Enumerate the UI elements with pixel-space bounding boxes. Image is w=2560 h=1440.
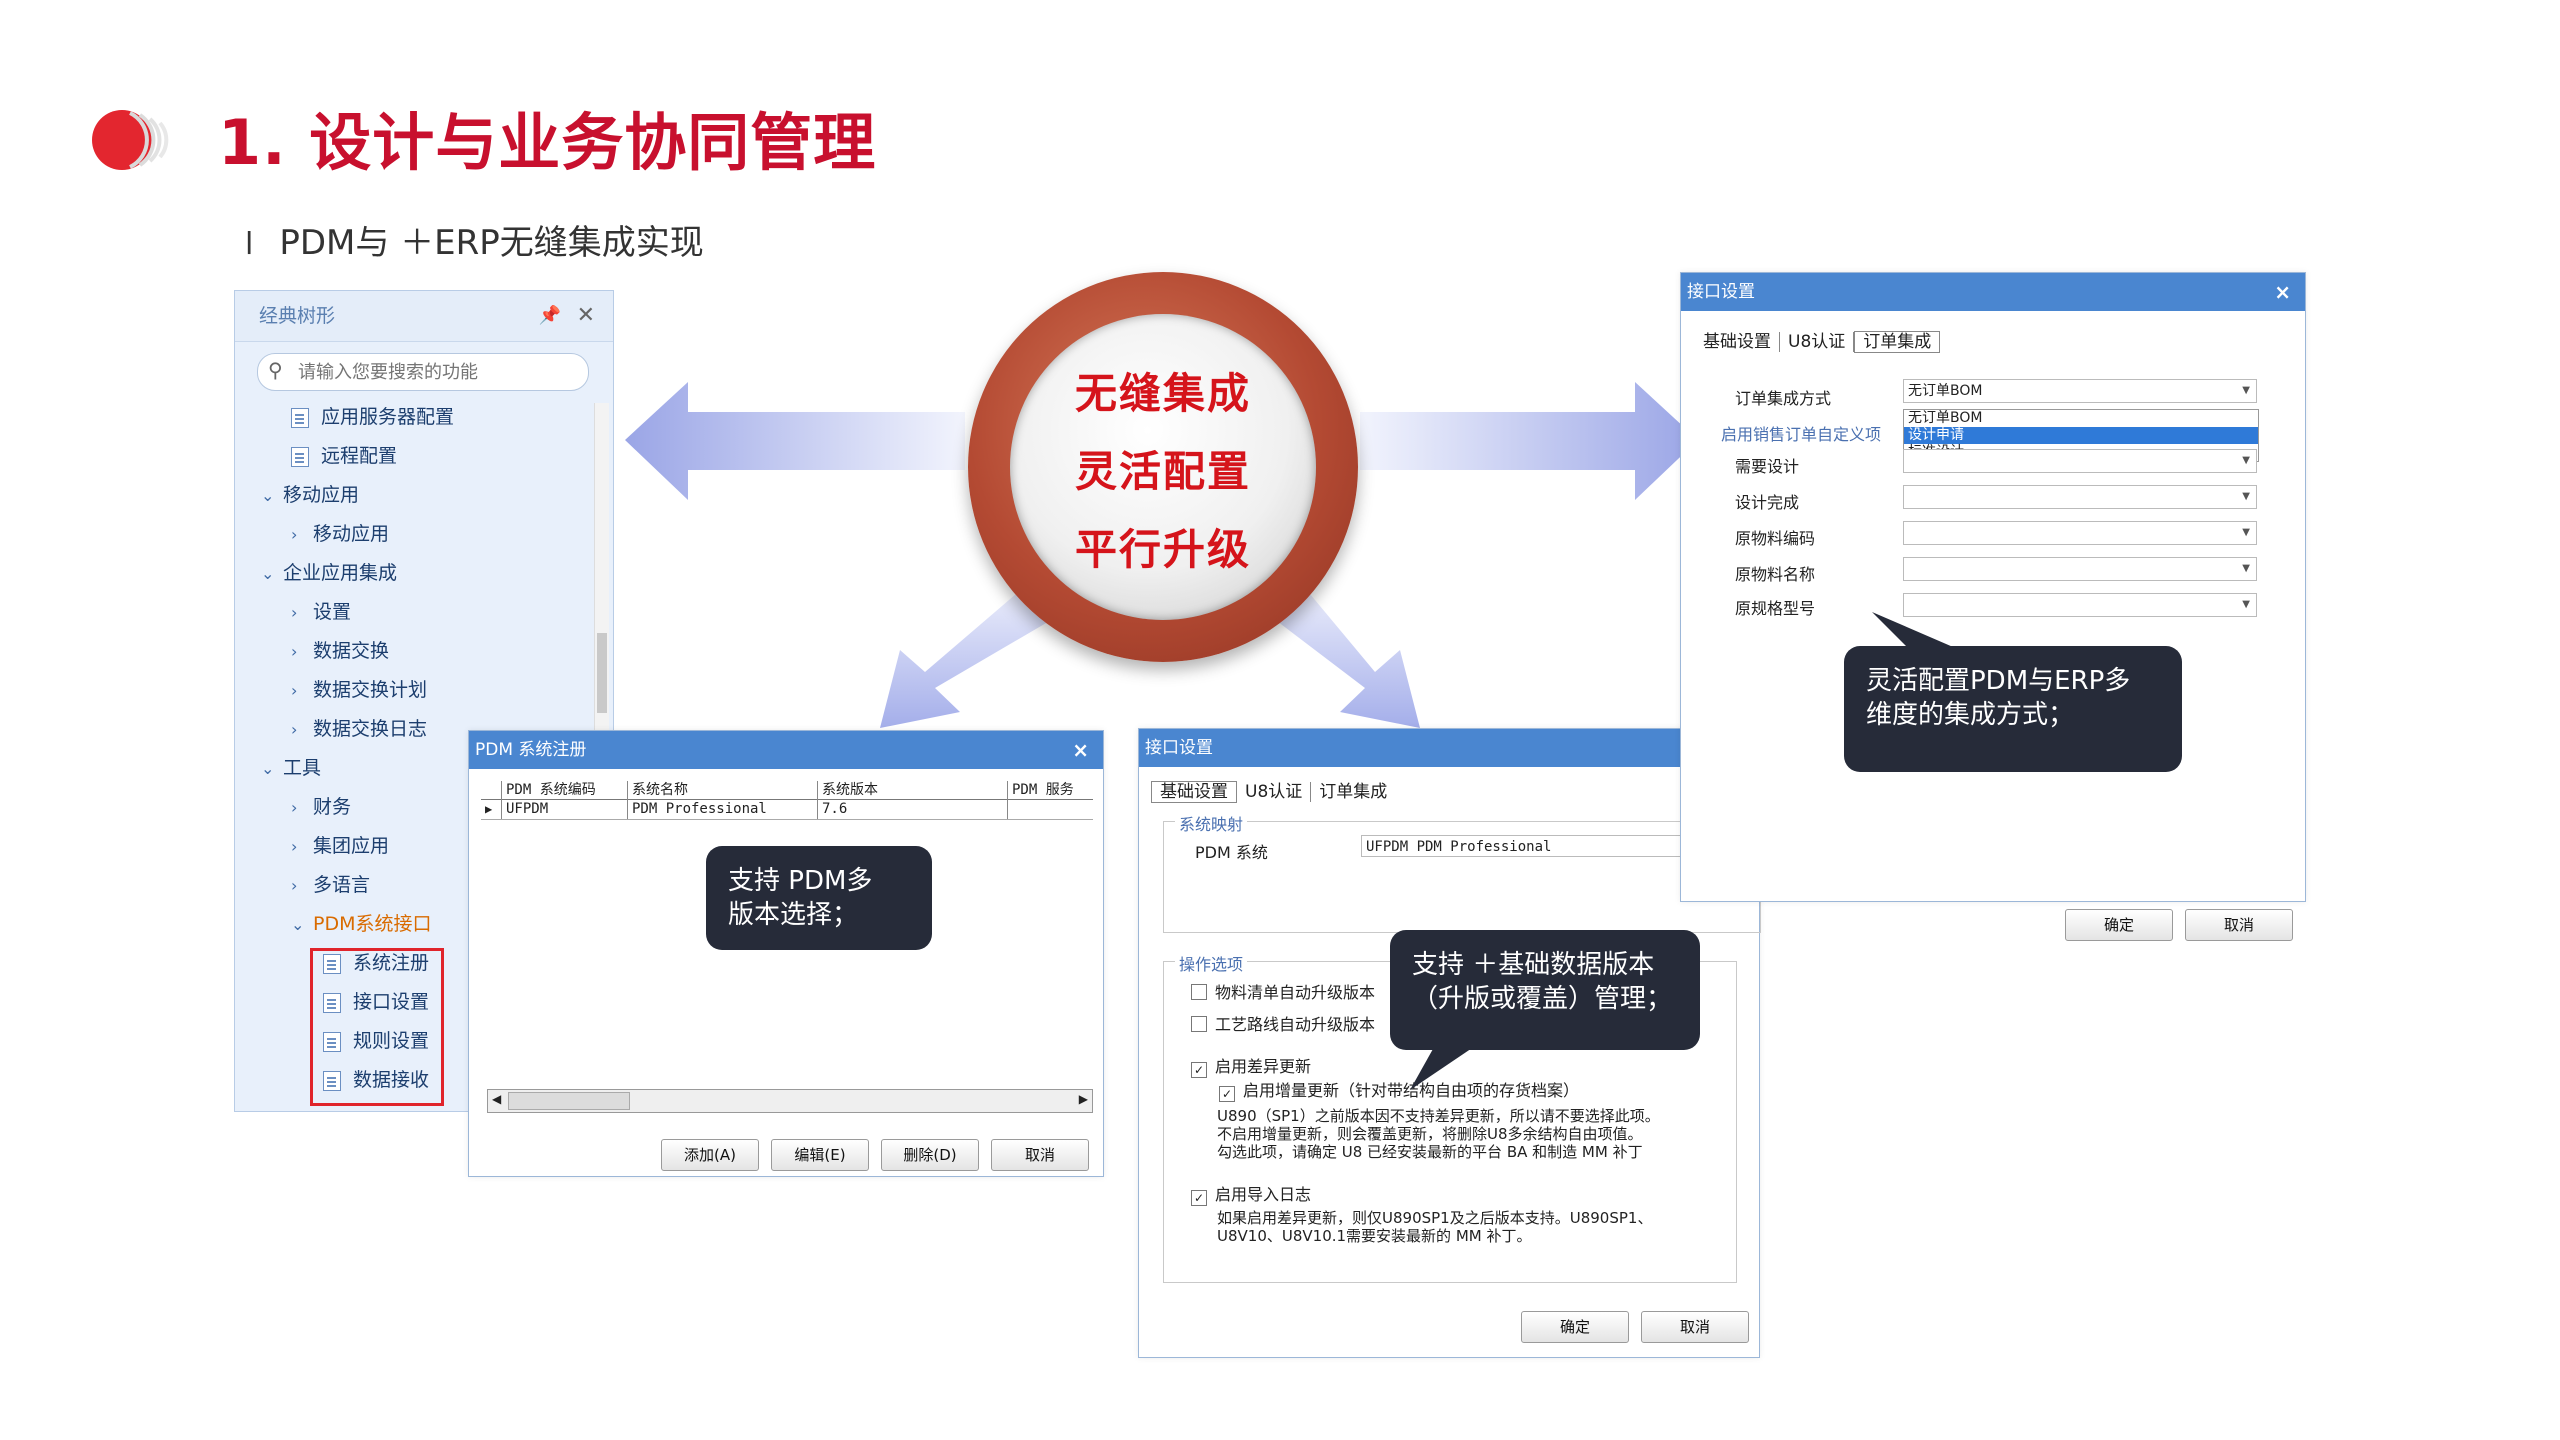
pointer-flex [1872,612,1960,650]
callout-flexible-config: 灵活配置PDM与ERP多 维度的集成方式； [1844,646,2182,772]
callout-pdm-versions: 支持 PDM多 版本选择； [706,846,932,950]
callout-base-data-version: 支持 ＋基础数据版本 （升版或覆盖）管理； [1390,930,1700,1050]
